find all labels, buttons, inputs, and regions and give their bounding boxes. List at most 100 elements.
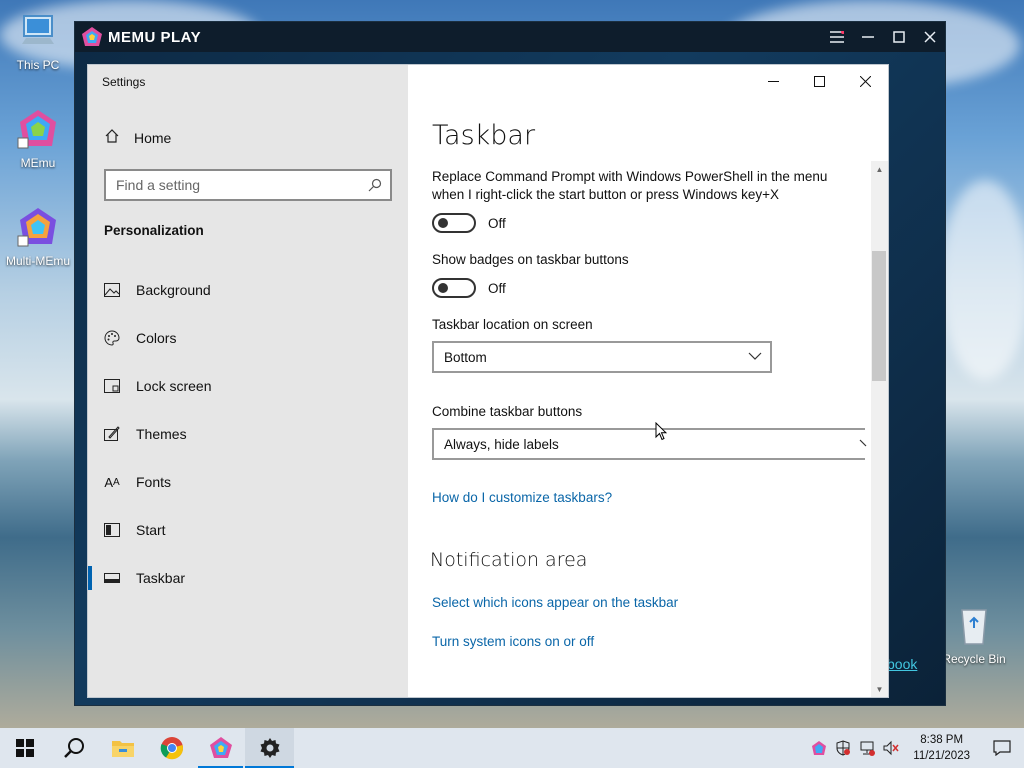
recycle-bin-icon bbox=[952, 604, 996, 648]
select-icons-link[interactable]: Select which icons appear on the taskbar bbox=[432, 595, 678, 610]
sidebar-item-background[interactable]: Background bbox=[88, 270, 408, 310]
sidebar-item-lock-screen[interactable]: Lock screen bbox=[88, 366, 408, 406]
settings-icon bbox=[260, 738, 279, 758]
clock-date: 11/21/2023 bbox=[913, 750, 970, 762]
powershell-text-line2: when I right-click the start button or p… bbox=[432, 187, 780, 202]
sidebar-item-colors[interactable]: Colors bbox=[88, 318, 408, 358]
desktop-cloud bbox=[940, 180, 1024, 380]
memu-window-controls bbox=[821, 22, 945, 52]
sidebar-item-label: Taskbar bbox=[136, 570, 186, 586]
desktop-icon-multi-memu[interactable]: Multi-MEmu bbox=[0, 206, 76, 268]
sidebar-item-label: Start bbox=[136, 522, 166, 538]
powershell-text-line1: Replace Command Prompt with Windows Powe… bbox=[432, 169, 828, 184]
memu-title: MEMU PLAY bbox=[108, 28, 202, 46]
search-placeholder: Find a setting bbox=[116, 177, 201, 193]
windows-taskbar: 8:38 PM 11/21/2023 bbox=[0, 728, 1024, 768]
minimize-icon[interactable] bbox=[750, 65, 796, 97]
sidebar-item-taskbar[interactable]: Taskbar bbox=[88, 558, 408, 598]
powershell-toggle[interactable] bbox=[432, 213, 476, 233]
desktop-icon-this-pc[interactable]: This PC bbox=[0, 10, 76, 72]
maximize-icon[interactable] bbox=[796, 65, 842, 97]
search-icon bbox=[368, 178, 382, 195]
sidebar-item-label: Background bbox=[136, 282, 211, 298]
section-heading: Personalization bbox=[104, 223, 204, 238]
powershell-toggle-state: Off bbox=[488, 215, 506, 231]
location-value: Bottom bbox=[444, 349, 487, 365]
taskbar-icon bbox=[104, 570, 120, 586]
sidebar-item-themes[interactable]: Themes bbox=[88, 414, 408, 454]
notification-area-heading: Notification area bbox=[430, 549, 588, 571]
notifications-icon[interactable] bbox=[980, 728, 1024, 768]
file-explorer-icon bbox=[111, 741, 134, 757]
system-icons-link[interactable]: Turn system icons on or off bbox=[432, 634, 594, 649]
window-title: Settings bbox=[102, 75, 146, 89]
close-icon[interactable] bbox=[914, 22, 945, 52]
desktop-icon-label: MEmu bbox=[20, 156, 56, 170]
badges-toggle-state: Off bbox=[488, 280, 506, 296]
customize-taskbars-link[interactable]: How do I customize taskbars? bbox=[432, 490, 612, 505]
settings-content: Taskbar Replace Command Prompt with Wind… bbox=[408, 65, 888, 697]
start-menu-icon bbox=[104, 522, 120, 538]
sidebar-item-start[interactable]: Start bbox=[88, 510, 408, 550]
search-input[interactable]: Find a setting bbox=[104, 169, 392, 201]
sidebar-item-label: Fonts bbox=[136, 474, 172, 490]
clock-time: 8:38 PM bbox=[920, 734, 964, 746]
security-shield-icon[interactable] bbox=[831, 728, 855, 768]
partial-link[interactable]: book bbox=[887, 656, 917, 672]
desktop-icon-recycle-bin[interactable]: Recycle Bin bbox=[936, 604, 1012, 666]
memu-title-bar: MEMU PLAY bbox=[75, 22, 945, 52]
scroll-down-icon[interactable]: ▼ bbox=[871, 681, 888, 697]
maximize-icon[interactable] bbox=[883, 22, 914, 52]
desktop-icon-label: This PC bbox=[16, 58, 60, 72]
chevron-down-icon bbox=[859, 436, 867, 453]
settings-taskbar-button[interactable] bbox=[245, 728, 294, 768]
powershell-toggle-row: Off bbox=[432, 213, 506, 233]
badges-toggle-row: Off bbox=[432, 278, 506, 298]
minimize-icon[interactable] bbox=[852, 22, 883, 52]
home-icon bbox=[104, 128, 120, 147]
settings-window: Settings Home Find a setting Personaliza… bbox=[88, 65, 888, 697]
desktop-icon-label: Multi-MEmu bbox=[5, 254, 70, 268]
menu-icon[interactable] bbox=[821, 22, 852, 52]
memu-logo: MEMU PLAY bbox=[81, 26, 201, 48]
desktop-icon-memu[interactable]: MEmu bbox=[0, 108, 76, 170]
scrollbar-thumb[interactable] bbox=[872, 251, 886, 381]
picture-icon bbox=[104, 282, 120, 298]
home-label: Home bbox=[134, 129, 172, 146]
location-label: Taskbar location on screen bbox=[432, 317, 593, 332]
badges-toggle[interactable] bbox=[432, 278, 476, 298]
home-nav[interactable]: Home bbox=[104, 128, 171, 147]
desktop-icon-label: Recycle Bin bbox=[942, 652, 1006, 666]
start-button[interactable] bbox=[0, 728, 49, 768]
clock[interactable]: 8:38 PM 11/21/2023 bbox=[903, 732, 980, 764]
location-dropdown[interactable]: Bottom bbox=[432, 341, 772, 373]
fonts-icon: AA bbox=[104, 474, 120, 490]
memu-taskbar-button[interactable] bbox=[196, 728, 245, 768]
settings-sidebar: Settings Home Find a setting Personaliza… bbox=[88, 65, 408, 697]
memu-icon bbox=[209, 737, 232, 758]
chrome-button[interactable] bbox=[147, 728, 196, 768]
file-explorer-button[interactable] bbox=[98, 728, 147, 768]
scroll-up-icon[interactable]: ▲ bbox=[871, 161, 888, 177]
badges-label: Show badges on taskbar buttons bbox=[432, 252, 629, 267]
sidebar-item-fonts[interactable]: AA Fonts bbox=[88, 462, 408, 502]
volume-muted-icon[interactable] bbox=[879, 728, 903, 768]
search-icon bbox=[63, 738, 84, 758]
combine-value: Always, hide labels bbox=[444, 436, 559, 452]
close-icon[interactable] bbox=[842, 65, 888, 97]
sidebar-item-label: Lock screen bbox=[136, 378, 212, 394]
network-icon[interactable] bbox=[855, 728, 879, 768]
sidebar-item-label: Colors bbox=[136, 330, 177, 346]
tray-memu-icon[interactable] bbox=[807, 728, 831, 768]
mouse-cursor-icon bbox=[655, 421, 668, 446]
scrollbar[interactable]: ▲ ▼ bbox=[871, 161, 888, 697]
powershell-setting-text: Replace Command Prompt with Windows Powe… bbox=[432, 168, 827, 204]
sidebar-item-label: Themes bbox=[136, 426, 187, 442]
system-tray: 8:38 PM 11/21/2023 bbox=[807, 728, 1024, 768]
search-button[interactable] bbox=[49, 728, 98, 768]
page-title: Taskbar bbox=[432, 120, 536, 151]
combine-label: Combine taskbar buttons bbox=[432, 404, 583, 419]
chrome-icon bbox=[160, 737, 183, 760]
this-pc-icon bbox=[16, 10, 60, 54]
combine-dropdown[interactable]: Always, hide labels bbox=[432, 428, 867, 460]
